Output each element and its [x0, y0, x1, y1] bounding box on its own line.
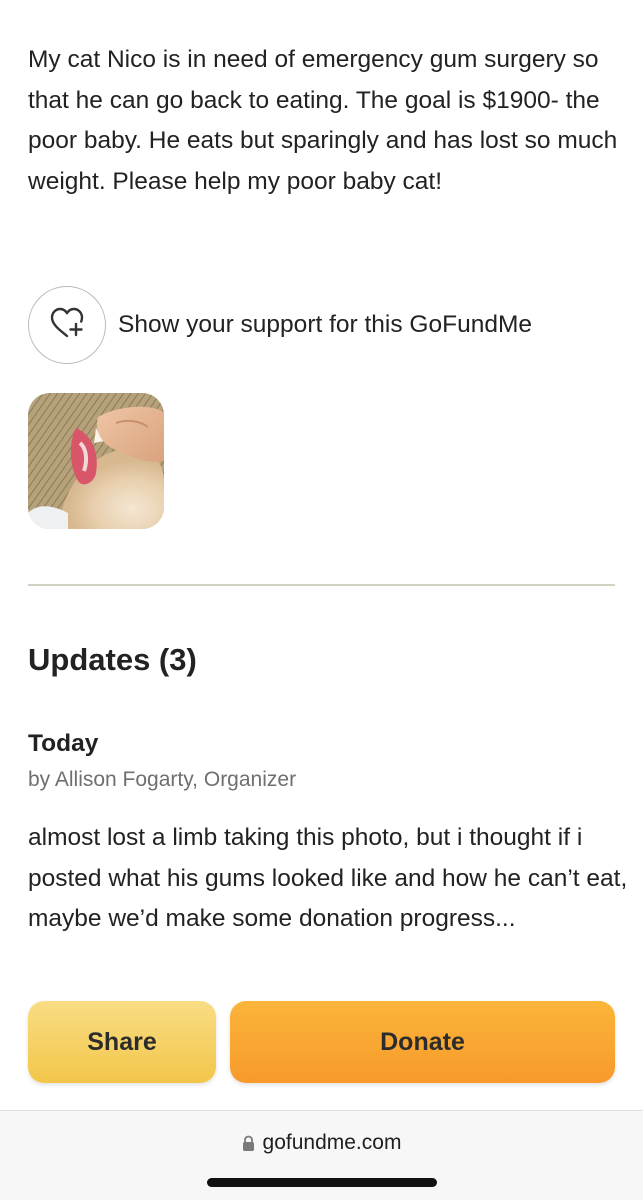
update-body-text: almost lost a limb taking this photo, bu… [28, 824, 628, 932]
home-indicator[interactable] [207, 1178, 437, 1187]
section-divider [28, 584, 615, 586]
url-display[interactable]: gofundme.com [0, 1131, 643, 1155]
update-byline: by Allison Fogarty, Organizer [28, 768, 297, 791]
action-bar: Share Donate [0, 978, 643, 1110]
campaign-story-text: My cat Nico is in need of emergency gum … [28, 46, 618, 195]
page: My cat Nico is in need of emergency gum … [0, 0, 643, 1200]
donate-button[interactable]: Donate [230, 1001, 615, 1083]
url-text[interactable]: gofundme.com [263, 1131, 402, 1155]
share-button[interactable]: Share [28, 1001, 216, 1083]
lock-icon [242, 1135, 255, 1152]
updates-heading: Updates (3) [28, 642, 197, 677]
cat-gum-photo[interactable] [28, 393, 164, 529]
show-support-row[interactable]: Show your support for this GoFundMe [28, 285, 532, 365]
heart-plus-icon [49, 306, 85, 345]
update-date: Today [28, 730, 99, 757]
browser-url-bar[interactable]: gofundme.com [0, 1110, 643, 1200]
content-fade [0, 962, 643, 978]
show-support-label[interactable]: Show your support for this GoFundMe [118, 311, 532, 339]
show-support-button[interactable] [28, 286, 106, 364]
